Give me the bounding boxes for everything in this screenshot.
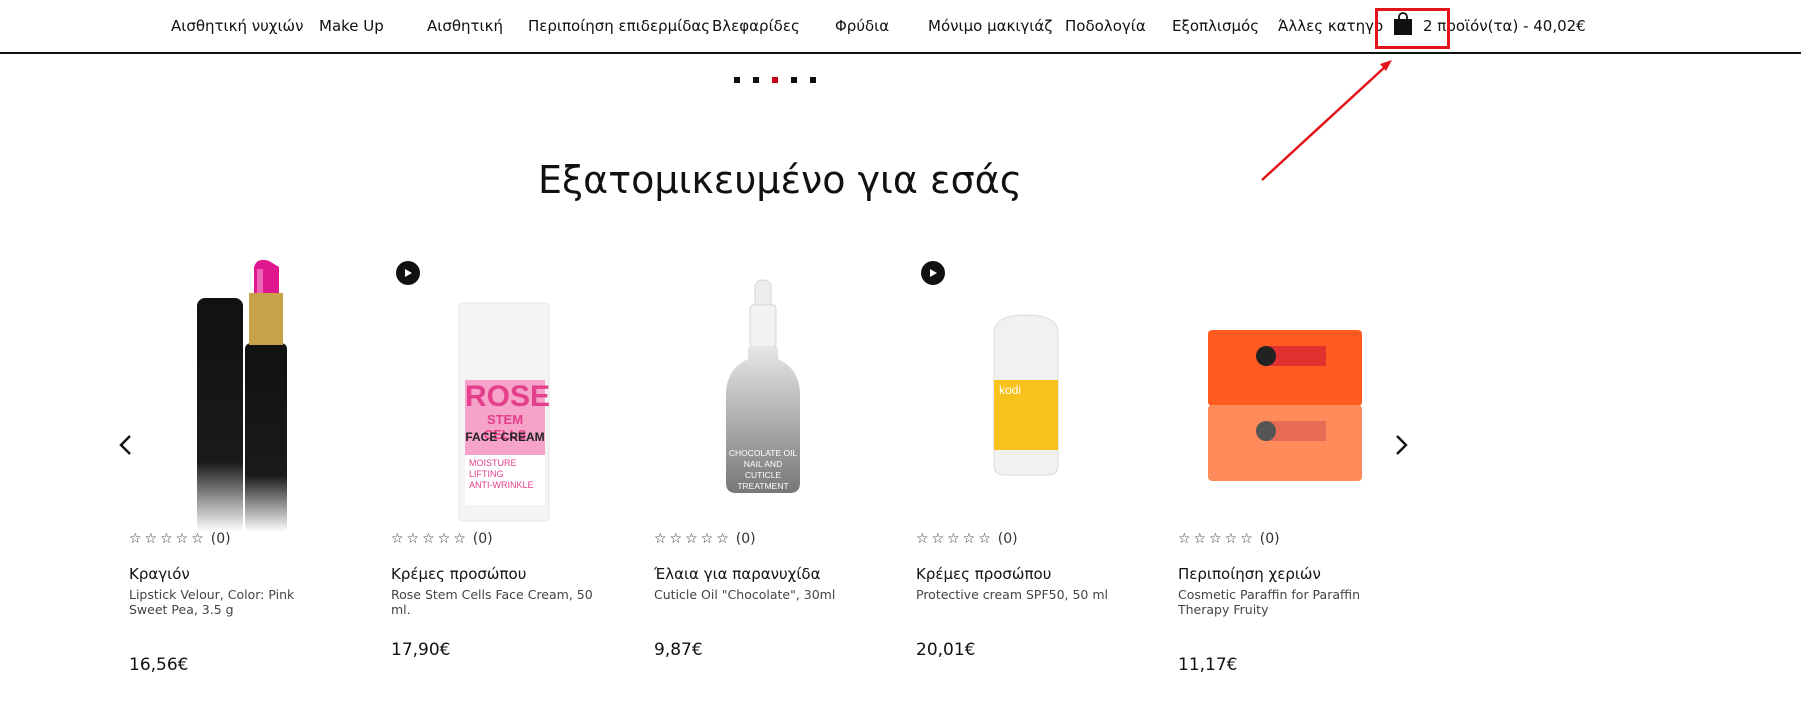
rating-count: (0) [997,531,1018,547]
rating-count: (0) [1259,531,1280,547]
product-rating: ☆☆☆☆☆ (0) [1178,531,1280,547]
slider-dot-1[interactable] [734,77,740,83]
play-video-button[interactable] [921,261,945,285]
nav-item-eyebrows[interactable]: Φρύδια [835,17,889,35]
annotation-highlight-box [1375,8,1450,49]
product-image-paraffin[interactable] [1178,255,1403,532]
top-navigation: Αισθητική νυχιών Make Up Αισθητική Περιπ… [0,0,1801,54]
rose-label-text: ROSE [465,380,551,413]
product-name[interactable]: Rose Stem Cells Face Cream, 50 ml. [391,587,596,617]
product-card[interactable]: kodi ☆☆☆☆☆ (0) Κρέμες προσώπου Protective… [916,255,1141,675]
nav-item-aesthetics[interactable]: Αισθητική [427,17,503,35]
rose-label-product: FACE CREAM [465,430,545,444]
product-card[interactable]: ROSE STEM CELLS FACE CREAM MOISTURE LIFT… [391,255,616,675]
product-price: 17,90€ [391,640,451,660]
nav-item-other-categories[interactable]: Άλλες κατηγορίες [1278,17,1384,35]
product-image-lipstick[interactable] [129,255,354,532]
play-icon [930,269,937,277]
nav-item-permanent-makeup[interactable]: Μόνιμο μακιγιάζ [928,17,1052,35]
nav-item-skin-care[interactable]: Περιποίηση επιδερμίδας [528,17,710,35]
product-image-cuticle-oil[interactable]: CHOCOLATE OIL NAIL AND CUTICLE TREATMENT [654,255,879,532]
product-category[interactable]: Έλαια για παρανυχίδα [654,565,821,583]
nav-item-make-up[interactable]: Make Up [319,17,384,35]
nav-item-podology[interactable]: Ποδολογία [1065,17,1146,35]
rating-count: (0) [735,531,756,547]
product-image-spf-cream[interactable]: kodi [916,255,1141,532]
slider-dot-4[interactable] [791,77,797,83]
product-rating: ☆☆☆☆☆ (0) [916,531,1018,547]
product-price: 16,56€ [129,655,189,675]
product-card[interactable]: ☆☆☆☆☆ (0) Κραγιόν Lipstick Velour, Color:… [129,255,354,675]
product-card[interactable]: ☆☆☆☆☆ (0) Περιποίηση χεριών Cosmetic Para… [1178,255,1403,675]
product-name[interactable]: Cosmetic Paraffin for Paraffin Therapy F… [1178,587,1383,617]
product-price: 20,01€ [916,640,976,660]
slider-dot-2[interactable] [753,77,759,83]
spf-brand-label: kodi [999,383,1022,397]
product-price: 11,17€ [1178,655,1238,675]
product-rating: ☆☆☆☆☆ (0) [654,531,756,547]
rating-count: (0) [472,531,493,547]
rose-label-benefits: MOISTURE LIFTING ANTI-WRINKLE [469,458,534,490]
product-category[interactable]: Περιποίηση χεριών [1178,565,1321,583]
product-image-rose-cream[interactable]: ROSE STEM CELLS FACE CREAM MOISTURE LIFT… [391,255,616,532]
section-title: Εξατομικευμένο για εσάς [537,158,1023,202]
oil-label: CHOCOLATE OIL NAIL AND CUTICLE TREATMENT [728,448,798,491]
product-card[interactable]: CHOCOLATE OIL NAIL AND CUTICLE TREATMENT… [654,255,879,675]
slider-dot-5[interactable] [810,77,816,83]
nav-item-eyelashes[interactable]: Βλεφαρίδες [712,17,800,35]
product-name[interactable]: Protective cream SPF50, 50 ml [916,587,1121,602]
play-icon [405,269,412,277]
product-category[interactable]: Κρέμες προσώπου [391,565,526,583]
product-category[interactable]: Κρέμες προσώπου [916,565,1051,583]
slider-pagination [734,77,816,83]
product-price: 9,87€ [654,640,703,660]
play-video-button[interactable] [396,261,420,285]
nav-item-equipment[interactable]: Εξοπλισμός [1172,17,1259,35]
product-category[interactable]: Κραγιόν [129,565,190,583]
nav-item-nail-aesthetics[interactable]: Αισθητική νυχιών [171,17,304,35]
product-rating: ☆☆☆☆☆ (0) [391,531,493,547]
slider-dot-3[interactable] [772,77,778,83]
product-name[interactable]: Lipstick Velour, Color: Pink Sweet Pea, … [129,587,334,617]
product-rating: ☆☆☆☆☆ (0) [129,531,231,547]
product-name[interactable]: Cuticle Oil "Chocolate", 30ml [654,587,859,602]
rating-count: (0) [210,531,231,547]
